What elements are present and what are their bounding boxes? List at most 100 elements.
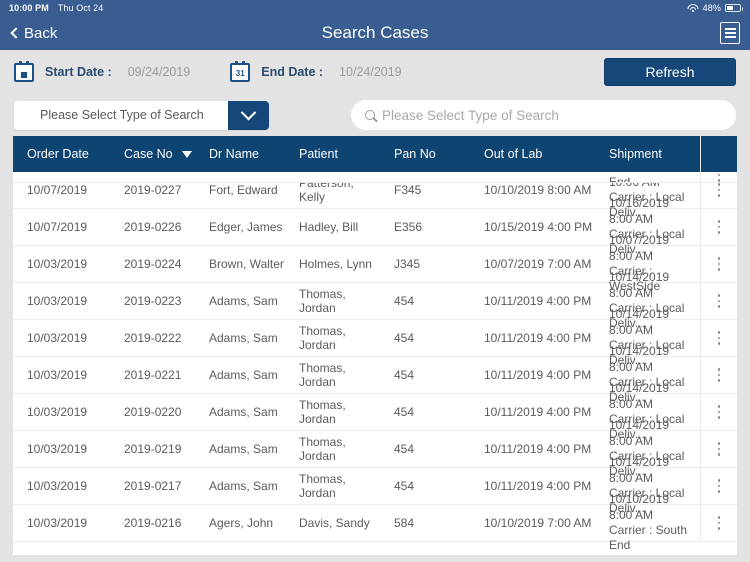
column-header-order-date[interactable]: Order Date — [13, 147, 118, 161]
start-date-label: Start Date : — [45, 65, 112, 79]
refresh-button[interactable]: Refresh — [604, 58, 736, 86]
cell-out-of-lab: 10/11/2019 4:00 PM — [484, 479, 592, 493]
cell-dr-name: Adams, Sam — [209, 294, 278, 308]
cell-order-date: 10/03/2019 — [27, 479, 88, 493]
cell-dr-name: Adams, Sam — [209, 442, 278, 456]
cell-dr-name: Agers, John — [209, 516, 274, 530]
cases-table: Order Date Case No Dr Name Patient Pan N… — [13, 136, 737, 555]
calendar-icon[interactable] — [14, 60, 34, 82]
column-header-case-no[interactable]: Case No — [118, 147, 203, 161]
column-header-shipment[interactable]: Shipment — [603, 146, 700, 162]
back-button-label: Back — [24, 24, 58, 42]
cell-shipment-carrier: Carrier : South End — [609, 172, 687, 183]
list-menu-icon[interactable] — [720, 22, 740, 44]
cell-case-no: 2019-0217 — [124, 479, 182, 493]
cell-order-date: 10/03/2019 — [27, 442, 88, 456]
cell-out-of-lab: 10/11/2019 4:00 PM — [484, 294, 592, 308]
cell-dr-name: Adams, Sam — [209, 331, 278, 345]
status-bar: 10:00 PM Thu Oct 24 48% — [0, 0, 750, 16]
row-menu-button[interactable] — [700, 431, 737, 467]
column-header-out-of-lab[interactable]: Out of Lab — [478, 147, 603, 161]
cell-case-no: 2019-0219 — [124, 442, 182, 456]
cell-pan-no: 454 — [394, 442, 415, 456]
cell-case-no: 2019-0222 — [124, 331, 182, 345]
end-date-value[interactable]: 10/24/2019 — [339, 65, 402, 79]
cell-shipment-date: 10/14/2019 8:00 AM — [609, 455, 670, 485]
cell-patient: Thomas, Jordan — [299, 472, 346, 500]
search-icon — [365, 110, 375, 120]
row-menu-button[interactable] — [700, 209, 737, 245]
cell-patient: Thomas, Jordan — [299, 324, 346, 352]
cell-pan-no: 454 — [394, 368, 415, 382]
cell-dr-name: Adams, Sam — [209, 405, 278, 419]
cell-pan-no: 584 — [394, 516, 415, 530]
cell-patient: Davis, Sandy — [299, 516, 370, 530]
search-field-wrapper[interactable] — [351, 100, 736, 130]
navigation-bar: Back Search Cases — [0, 16, 750, 50]
calendar-day-label: 31 — [232, 68, 249, 80]
row-menu-button[interactable] — [700, 357, 737, 393]
cell-dr-name: Edger, James — [209, 220, 283, 234]
cell-pan-no: 454 — [394, 294, 415, 308]
search-type-select-value: Please Select Type of Search — [40, 108, 204, 122]
cell-out-of-lab: 10/07/2019 7:00 AM — [484, 257, 592, 271]
cell-case-no: 2019-0224 — [124, 257, 182, 271]
sort-descending-icon — [182, 151, 193, 159]
chevron-down-icon[interactable] — [228, 100, 269, 130]
status-time: 10:00 PM — [9, 3, 49, 13]
column-header-case-no-label: Case No — [124, 147, 173, 161]
cell-out-of-lab: 10/11/2019 4:00 PM — [484, 405, 592, 419]
table-row[interactable]: 10/03/2019 2019-0216 Agers, John Davis, San… — [13, 492, 737, 552]
cell-order-date: 10/03/2019 — [27, 331, 88, 345]
status-right-group: 48% — [687, 3, 743, 13]
cell-shipment-date: 10/14/2019 8:00 AM — [609, 381, 670, 411]
cell-out-of-lab: 10/10/2019 7:00 AM — [484, 516, 592, 530]
search-type-select[interactable]: Please Select Type of Search — [14, 100, 269, 130]
cell-order-date: 10/03/2019 — [27, 405, 88, 419]
cell-shipment-date: 10/10/2019 8:00 AM — [609, 492, 670, 522]
cell-shipment-date: 10/07/2019 8:00 AM — [609, 233, 670, 263]
row-menu-button[interactable] — [700, 246, 737, 282]
cell-out-of-lab: 10/15/2019 4:00 PM — [484, 220, 593, 234]
cell-order-date: 10/07/2019 — [27, 183, 88, 197]
search-input[interactable] — [382, 107, 722, 123]
search-bar: Please Select Type of Search — [0, 94, 750, 136]
cell-pan-no: F345 — [394, 183, 422, 197]
start-date-value[interactable]: 09/24/2019 — [128, 65, 191, 79]
end-date-label: End Date : — [261, 65, 324, 79]
row-menu-button[interactable] — [700, 505, 737, 541]
cell-shipment: 10/10/2019 8:00 AM Carrier : South End — [603, 492, 700, 553]
back-button[interactable]: Back — [10, 25, 57, 42]
row-menu-button[interactable] — [700, 394, 737, 430]
page-title: Search Cases — [321, 23, 429, 42]
cell-case-no: 2019-0223 — [124, 294, 182, 308]
column-header-dr-name[interactable]: Dr Name — [203, 147, 293, 161]
cell-out-of-lab: 10/11/2019 4:00 PM — [484, 442, 592, 456]
cell-shipment-date: 10/14/2019 8:00 AM — [609, 307, 670, 337]
column-header-menu-spacer — [700, 136, 737, 172]
cell-out-of-lab: 10/11/2019 4:00 PM — [484, 368, 592, 382]
cell-order-date: 10/03/2019 — [27, 516, 88, 530]
clipped-table-row: Carrier : South End — [13, 172, 737, 183]
battery-percent-label: 48% — [702, 3, 721, 13]
cell-case-no: 2019-0221 — [124, 368, 182, 382]
cell-pan-no: 454 — [394, 479, 415, 493]
cell-shipment-date: 10/14/2019 8:00 AM — [609, 270, 670, 300]
column-header-pan-no[interactable]: Pan No — [388, 147, 478, 161]
table-header-row: Order Date Case No Dr Name Patient Pan N… — [13, 136, 737, 172]
table-row[interactable]: Carrier : South End — [13, 172, 737, 183]
cell-shipment-date: 10/14/2019 8:00 AM — [609, 418, 670, 448]
row-menu-button[interactable] — [700, 172, 737, 182]
column-header-patient[interactable]: Patient — [293, 147, 388, 161]
chevron-left-icon — [10, 27, 22, 39]
row-menu-button[interactable] — [700, 283, 737, 319]
row-menu-button[interactable] — [700, 468, 737, 504]
cell-dr-name: Adams, Sam — [209, 479, 278, 493]
calendar-31-icon[interactable]: 31 — [230, 60, 251, 82]
cell-shipment-carrier: Carrier : South End — [609, 523, 688, 553]
battery-icon — [725, 4, 743, 12]
cell-dr-name: Fort, Edward — [209, 183, 278, 197]
cell-dr-name: Brown, Walter — [209, 257, 284, 271]
row-menu-button[interactable] — [700, 320, 737, 356]
cell-case-no: 2019-0216 — [124, 516, 182, 530]
